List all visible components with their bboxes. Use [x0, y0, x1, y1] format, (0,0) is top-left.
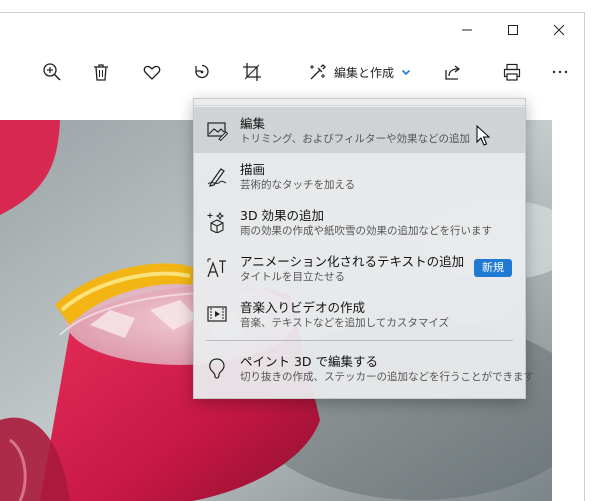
edit-create-icon [310, 64, 326, 80]
rotate-button[interactable] [185, 57, 219, 87]
more-button[interactable] [543, 57, 577, 87]
menu-item-title: 編集 [240, 116, 266, 131]
maximize-button[interactable] [490, 13, 536, 47]
share-button[interactable] [436, 57, 470, 87]
edit-create-label: 編集と作成 [334, 65, 395, 80]
menu-item-draw[interactable]: 描画 芸術的なタッチを加える [194, 153, 525, 199]
print-icon [503, 63, 521, 81]
zoom-in-icon [43, 63, 61, 81]
photo-edit-icon [207, 122, 228, 141]
menu-item-desc: 音楽、テキストなどを追加してカスタマイズ [240, 317, 450, 329]
close-icon [553, 24, 565, 36]
video-icon [207, 306, 227, 322]
menu-item-desc: 雨の効果の作成や紙吹雪の効果の追加などを行います [240, 225, 492, 237]
edit-create-button[interactable]: 編集と作成 [298, 57, 414, 87]
mouse-cursor-icon [476, 125, 490, 146]
draw-icon [207, 168, 227, 187]
chevron-down-icon [401, 69, 411, 76]
menu-item-paint3d[interactable]: ペイント 3D で編集する 切り抜きの作成、ステッカーの追加などを行うことができ… [194, 345, 534, 391]
menu-item-title: アニメーション化されるテキストの追加 [240, 254, 465, 269]
menu-item-music-video[interactable]: 音楽入りビデオの作成 音楽、テキストなどを追加してカスタマイズ [194, 291, 525, 337]
title-bar [0, 13, 584, 47]
new-badge: 新規 [474, 259, 512, 277]
crop-button[interactable] [235, 57, 269, 87]
menu-item-animated-text[interactable]: アニメーション化されるテキストの追加 タイトルを目立たせる 新規 [194, 245, 525, 291]
menu-item-desc: タイトルを目立たせる [240, 271, 345, 283]
menu-item-title: ペイント 3D で編集する [240, 354, 379, 369]
print-button[interactable] [495, 57, 529, 87]
crop-icon [243, 63, 261, 81]
minimize-icon [462, 29, 472, 31]
menu-item-3d-effects[interactable]: 3D 効果の追加 雨の効果の作成や紙吹雪の効果の追加などを行います [194, 199, 525, 245]
animated-text-icon [207, 258, 226, 278]
favorite-icon [143, 65, 161, 80]
menu-item-title: 音楽入りビデオの作成 [240, 300, 366, 315]
menu-item-desc: 切り抜きの作成、ステッカーの追加などを行うことができます [240, 371, 534, 383]
delete-button[interactable] [84, 57, 118, 87]
favorite-button[interactable] [135, 57, 169, 87]
3d-effects-icon [207, 211, 225, 233]
paint3d-icon [209, 358, 225, 379]
share-icon [445, 65, 461, 80]
more-icon [552, 70, 568, 74]
menu-item-title: 描画 [240, 162, 266, 177]
menu-top-divider [194, 105, 525, 106]
menu-separator [206, 340, 513, 341]
menu-item-title: 3D 効果の追加 [240, 208, 325, 223]
close-button[interactable] [536, 13, 582, 47]
maximize-icon [508, 25, 518, 35]
zoom-button[interactable] [35, 57, 69, 87]
toolbar: 編集と作成 [0, 47, 584, 97]
rotate-icon [195, 64, 209, 79]
minimize-button[interactable] [444, 13, 490, 47]
menu-item-desc: 芸術的なタッチを加える [240, 179, 356, 191]
delete-icon [94, 64, 108, 81]
menu-item-desc: トリミング、およびフィルターや効果などの追加 [240, 133, 471, 145]
